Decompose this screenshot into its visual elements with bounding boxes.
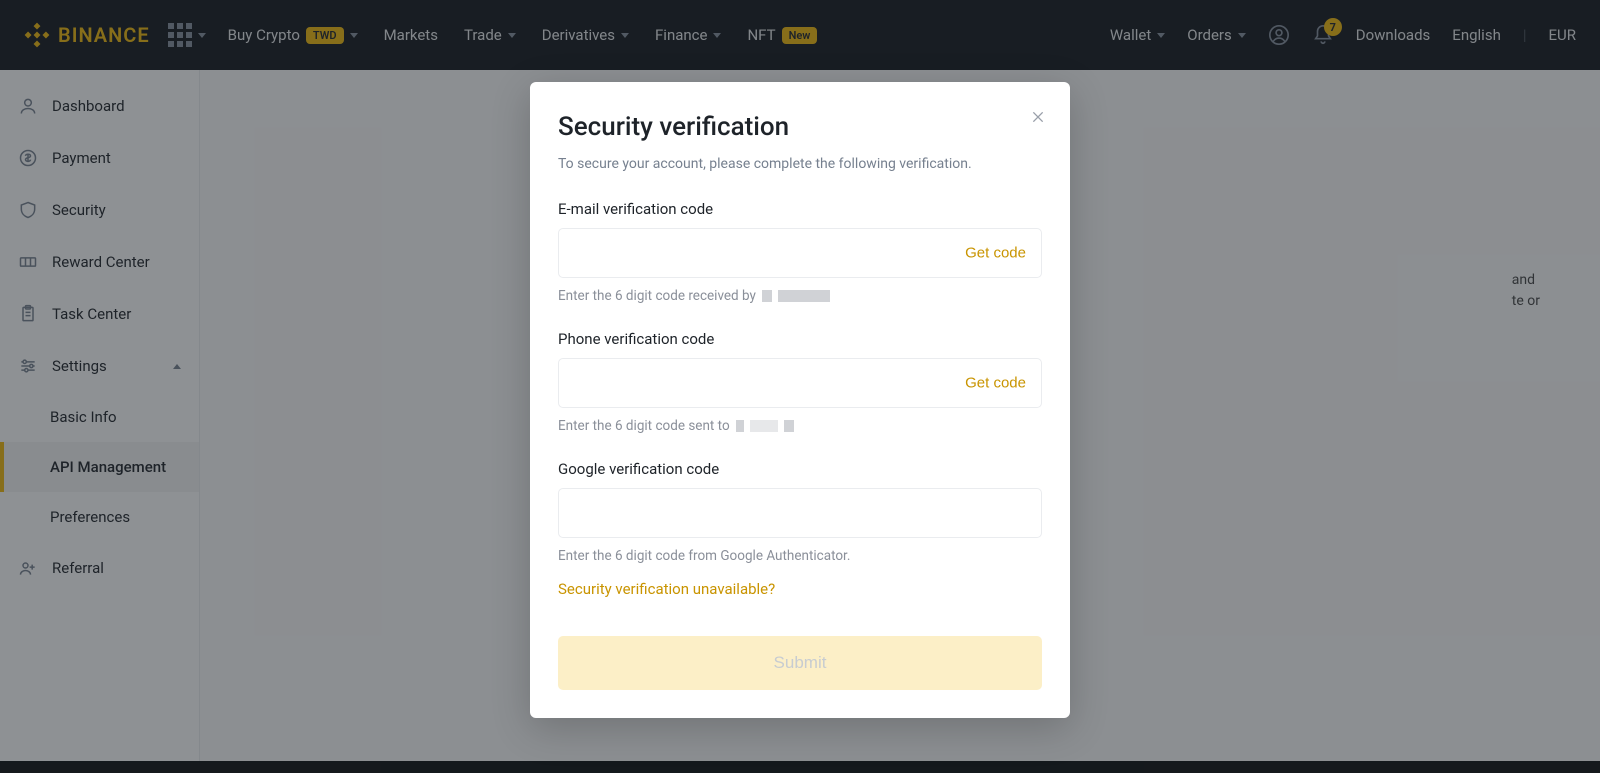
get-phone-code-button[interactable]: Get code <box>965 375 1026 392</box>
google-code-field: Google verification code Enter the 6 dig… <box>558 460 1042 564</box>
google-code-input[interactable] <box>558 488 1042 538</box>
redacted-text <box>736 420 744 432</box>
modal-title: Security verification <box>558 112 1042 142</box>
email-code-field: E-mail verification code Get code Enter … <box>558 200 1042 304</box>
helper-text: Enter the 6 digit code from Google Authe… <box>558 548 850 564</box>
redacted-text <box>750 420 778 432</box>
submit-button[interactable]: Submit <box>558 636 1042 690</box>
redacted-text <box>762 290 772 302</box>
phone-code-field: Phone verification code Get code Enter t… <box>558 330 1042 434</box>
redacted-text <box>778 290 830 302</box>
google-code-label: Google verification code <box>558 460 1042 478</box>
helper-text: Enter the 6 digit code sent to <box>558 418 730 434</box>
close-button[interactable] <box>1030 108 1046 128</box>
phone-code-helper: Enter the 6 digit code sent to <box>558 418 1042 434</box>
close-icon <box>1030 109 1046 125</box>
get-email-code-button[interactable]: Get code <box>965 245 1026 262</box>
email-code-helper: Enter the 6 digit code received by <box>558 288 1042 304</box>
phone-code-label: Phone verification code <box>558 330 1042 348</box>
security-verification-modal: Security verification To secure your acc… <box>530 82 1070 718</box>
helper-text: Enter the 6 digit code received by <box>558 288 756 304</box>
modal-overlay: Security verification To secure your acc… <box>0 0 1600 773</box>
email-code-label: E-mail verification code <box>558 200 1042 218</box>
google-code-helper: Enter the 6 digit code from Google Authe… <box>558 548 1042 564</box>
redacted-text <box>784 420 794 432</box>
verification-unavailable-link[interactable]: Security verification unavailable? <box>558 580 775 598</box>
modal-description: To secure your account, please complete … <box>558 156 1042 172</box>
